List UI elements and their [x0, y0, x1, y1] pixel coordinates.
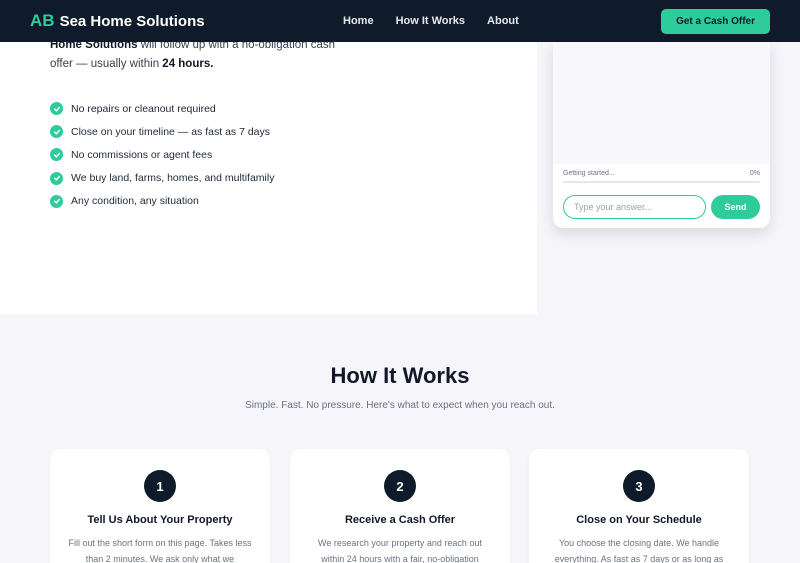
check-circle-icon	[50, 102, 63, 116]
brand-prefix: AB	[30, 11, 55, 30]
nav-link-how-it-works[interactable]: How It Works	[396, 15, 465, 27]
nav-link-home[interactable]: Home	[343, 15, 374, 27]
step-card-2: 2 Receive a Cash Offer We research your …	[290, 449, 510, 563]
hero-left-panel: Home Solutions will follow up with a no-…	[0, 39, 537, 314]
list-item: We buy land, farms, homes, and multifami…	[50, 167, 274, 190]
section-title: How It Works	[330, 363, 470, 388]
chat-status-text: Getting started...	[563, 170, 615, 177]
check-circle-icon	[50, 148, 63, 162]
top-nav: AB Sea Home Solutions Home How It Works …	[0, 0, 800, 42]
check-circle-icon	[50, 125, 63, 139]
brand-name: Sea Home Solutions	[59, 13, 205, 30]
benefit-text: We buy land, farms, homes, and multifami…	[71, 172, 275, 185]
benefit-text: Close on your timeline — as fast as 7 da…	[71, 125, 271, 138]
benefit-list: No repairs or cleanout required Close on…	[50, 97, 274, 213]
chat-send-button[interactable]: Send	[711, 195, 760, 219]
get-cash-offer-button[interactable]: Get a Cash Offer	[661, 9, 770, 34]
list-item: No repairs or cleanout required	[50, 97, 274, 120]
nav-link-about[interactable]: About	[487, 15, 519, 27]
list-item: No commissions or agent fees	[50, 143, 274, 166]
benefit-text: Any condition, any situation	[71, 195, 199, 208]
brand-logo[interactable]: AB Sea Home Solutions	[30, 11, 205, 31]
step-description: We research your property and reach out …	[318, 538, 482, 563]
step-description: Fill out the short form on this page. Ta…	[68, 538, 252, 563]
step-description: You choose the closing date. We handle e…	[554, 538, 724, 563]
nav-links: Home How It Works About	[343, 0, 519, 42]
step-card-1: 1 Tell Us About Your Property Fill out t…	[50, 449, 270, 563]
check-circle-icon	[50, 194, 63, 208]
check-circle-icon	[50, 171, 63, 185]
step-card-3: 3 Close on Your Schedule You choose the …	[529, 449, 749, 563]
benefit-text: No repairs or cleanout required	[71, 102, 216, 115]
benefit-text: No commissions or agent fees	[71, 148, 213, 161]
step-number-badge: 2	[384, 470, 416, 502]
chat-progress-bar	[563, 181, 760, 183]
step-title: Tell Us About Your Property	[87, 514, 233, 526]
chat-answer-input[interactable]	[563, 195, 706, 219]
step-number-badge: 1	[144, 470, 176, 502]
step-title: Close on Your Schedule	[576, 514, 702, 526]
intro-emphasis: 24 hours.	[162, 58, 214, 70]
chat-status-row: Getting started... 0%	[563, 170, 760, 177]
chat-progress-label: 0%	[749, 170, 760, 177]
section-subtitle: Simple. Fast. No pressure. Here's what t…	[245, 400, 555, 411]
step-number-badge: 3	[623, 470, 655, 502]
chat-widget: Getting started... 0% Send	[553, 42, 770, 228]
how-it-works-section: How It Works Simple. Fast. No pressure. …	[0, 314, 800, 563]
list-item: Close on your timeline — as fast as 7 da…	[50, 120, 274, 143]
list-item: Any condition, any situation	[50, 190, 274, 213]
step-title: Receive a Cash Offer	[344, 514, 456, 526]
hero-section: Home Solutions will follow up with a no-…	[0, 39, 800, 314]
chat-messages[interactable]	[553, 42, 770, 164]
